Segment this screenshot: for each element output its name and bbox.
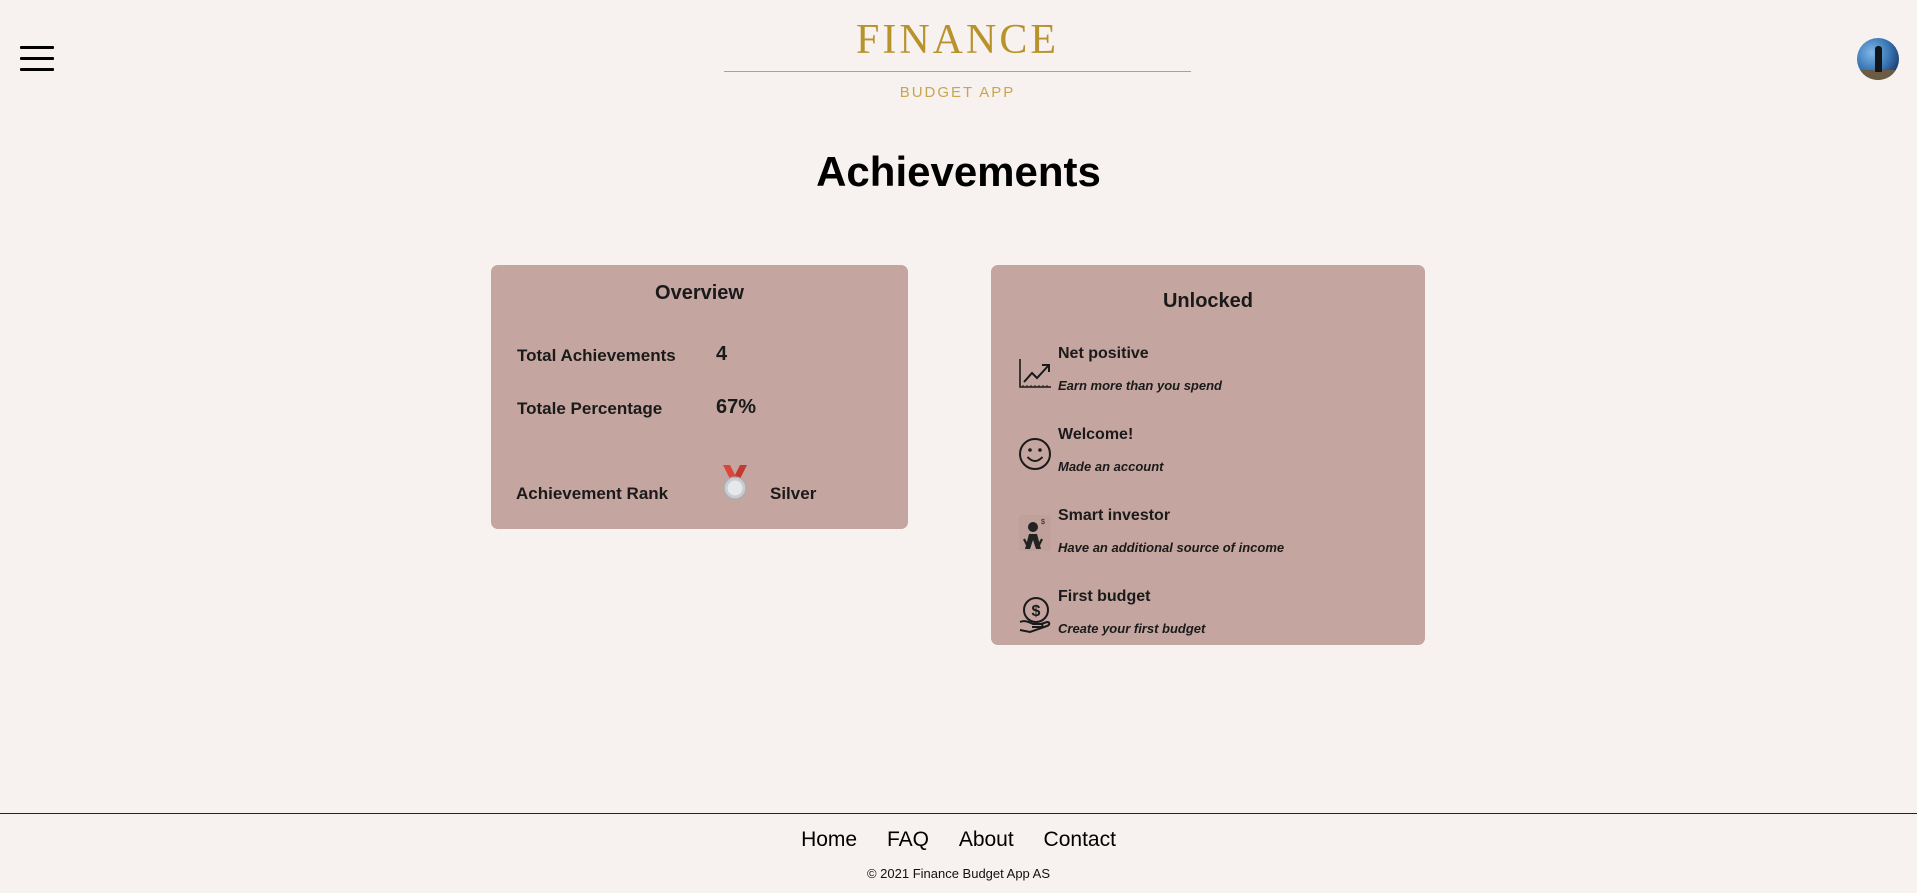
menu-bar bbox=[20, 46, 54, 49]
footer: Home FAQ About Contact © 2021 Finance Bu… bbox=[0, 813, 1917, 893]
achievement-description: Have an additional source of income bbox=[1058, 540, 1285, 555]
achievement-description: Create your first budget bbox=[1058, 621, 1206, 636]
unlocked-card: Unlocked Net positive Earn more than you… bbox=[991, 265, 1425, 645]
logo-divider bbox=[724, 71, 1191, 72]
smiley-icon bbox=[1019, 438, 1051, 470]
achievement-item: Welcome! Made an account bbox=[991, 426, 1425, 486]
achievement-item: $ Smart investor Have an additional sour… bbox=[991, 507, 1425, 567]
logo-title: FINANCE bbox=[855, 17, 1059, 63]
total-achievements-label: Total Achievements bbox=[517, 346, 676, 365]
achievement-name: Net positive bbox=[1058, 345, 1149, 362]
silver-medal-icon bbox=[723, 465, 747, 500]
total-achievements-value: 4 bbox=[716, 343, 728, 365]
footer-link-about[interactable]: About bbox=[959, 828, 1014, 852]
achievement-rank-value: Silver bbox=[770, 484, 817, 503]
overview-title: Overview bbox=[655, 282, 744, 304]
unlocked-title: Unlocked bbox=[1162, 290, 1254, 312]
app-logo[interactable]: FINANCE BUDGET APP bbox=[724, 16, 1191, 101]
total-percentage-label: Totale Percentage bbox=[517, 399, 663, 418]
footer-link-home[interactable]: Home bbox=[801, 828, 857, 852]
menu-bar bbox=[20, 68, 54, 71]
achievement-name: Smart investor bbox=[1058, 507, 1171, 524]
money-hand-icon: $ bbox=[1019, 597, 1051, 634]
achievement-description: Earn more than you spend bbox=[1058, 378, 1222, 393]
achievement-rank-label: Achievement Rank bbox=[516, 484, 669, 503]
hamburger-menu-icon[interactable] bbox=[20, 44, 54, 72]
achievement-name: Welcome! bbox=[1058, 426, 1134, 443]
footer-link-contact[interactable]: Contact bbox=[1044, 828, 1116, 852]
page-title: Achievements bbox=[816, 148, 1101, 195]
overview-card: Overview Total Achievements 4 Totale Per… bbox=[491, 265, 908, 529]
achievement-description: Made an account bbox=[1058, 459, 1164, 474]
user-avatar[interactable] bbox=[1857, 38, 1899, 80]
line-chart-icon bbox=[1019, 359, 1051, 388]
achievement-item: $ First budget Create your first budget bbox=[991, 588, 1425, 648]
footer-link-faq[interactable]: FAQ bbox=[887, 828, 929, 852]
logo-subtitle: BUDGET APP bbox=[899, 84, 1016, 101]
achievement-item: Net positive Earn more than you spend bbox=[991, 345, 1425, 405]
achievement-name: First budget bbox=[1058, 588, 1151, 605]
copyright-text: © 2021 Finance Budget App AS bbox=[866, 866, 1051, 881]
avatar-person bbox=[1875, 46, 1882, 72]
svg-text:$: $ bbox=[1041, 519, 1045, 526]
menu-bar bbox=[20, 57, 54, 60]
total-percentage-value: 67% bbox=[716, 396, 757, 418]
footer-nav: Home FAQ About Contact bbox=[0, 828, 1917, 852]
svg-text:$: $ bbox=[1032, 603, 1041, 620]
investor-icon: $ bbox=[1019, 515, 1051, 551]
